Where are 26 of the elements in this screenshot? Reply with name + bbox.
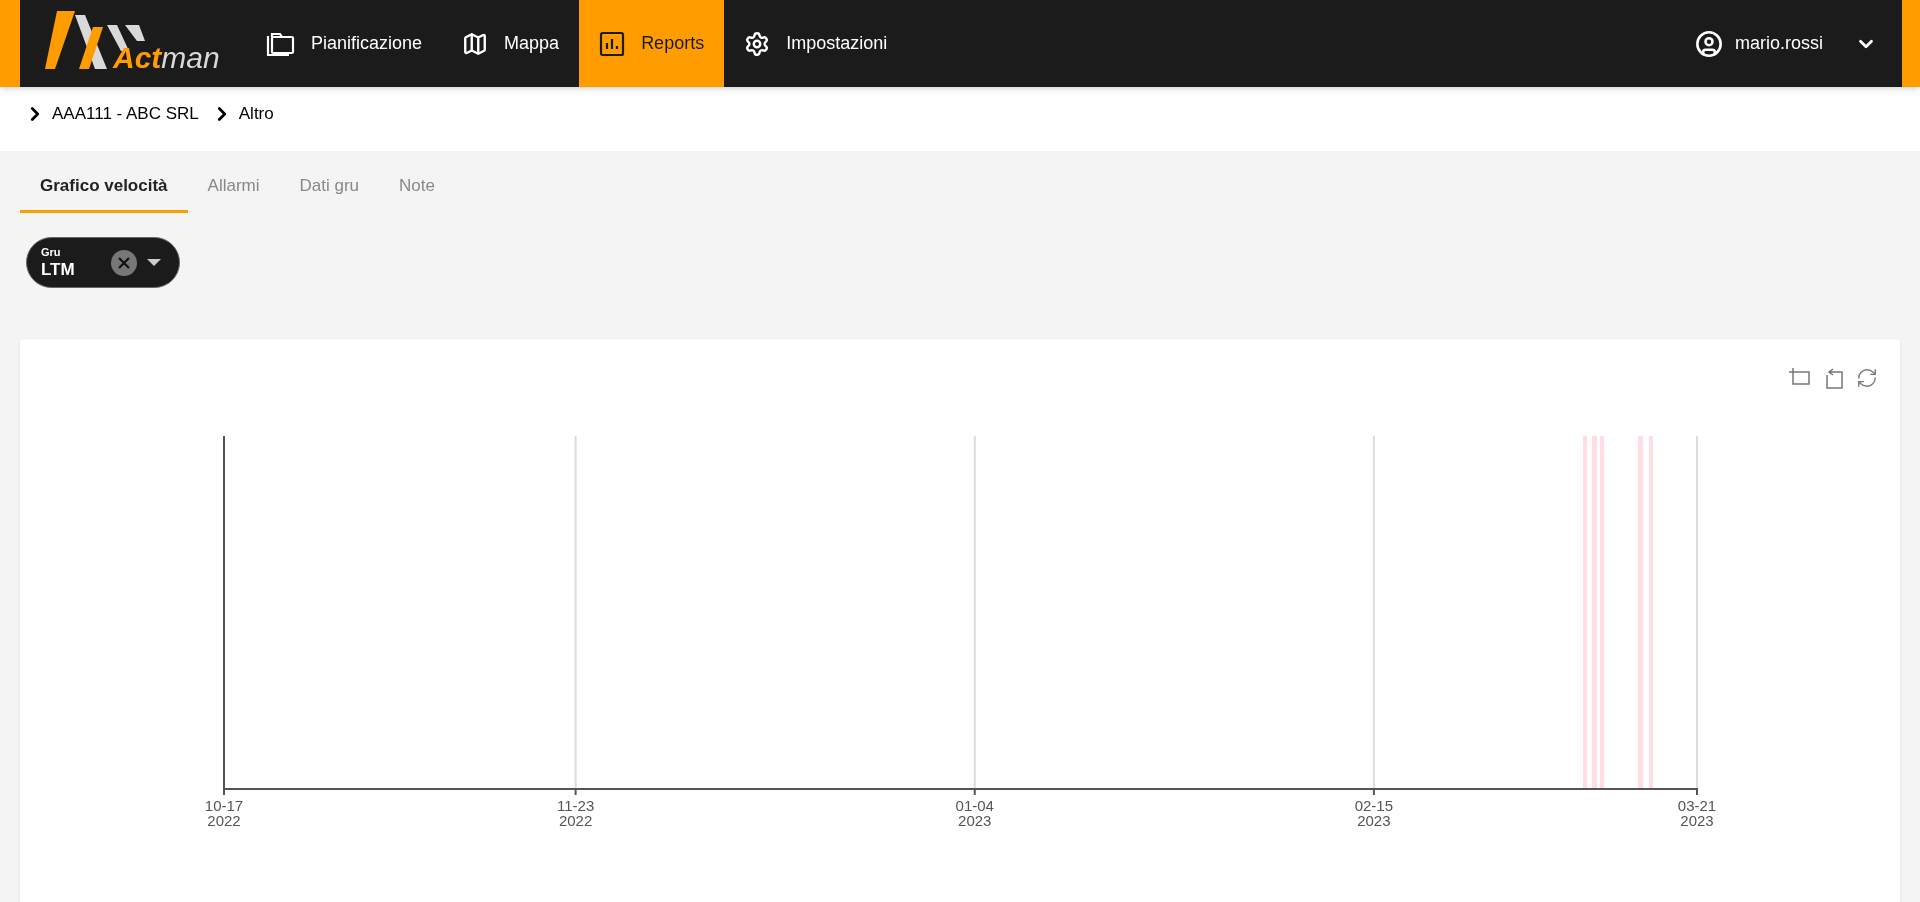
nav-tab[interactable]: Pianificazione <box>245 0 443 87</box>
settings-icon <box>744 30 771 57</box>
nav-tab[interactable]: Mappa <box>442 0 580 87</box>
crane-select[interactable]: Gru LTM <box>26 237 180 288</box>
nav-tab[interactable]: Impostazioni <box>724 0 908 87</box>
clear-icon[interactable] <box>111 249 137 276</box>
select-label: Gru <box>41 247 62 258</box>
nav-tab[interactable]: Reports <box>579 0 725 87</box>
logo[interactable]: Actman <box>45 0 245 73</box>
user-menu-button[interactable]: mario.rossi <box>1695 0 1877 87</box>
bar-chart-icon <box>599 30 626 57</box>
user-icon <box>1695 29 1723 58</box>
select-value: LTM <box>41 261 75 278</box>
refresh-icon[interactable] <box>1856 367 1878 389</box>
axis-label: 10-17 2022 <box>204 797 244 829</box>
tab[interactable]: Grafico velocità <box>20 161 188 213</box>
caret-icon[interactable] <box>147 258 161 267</box>
breadcrumb-link[interactable]: Altro <box>238 101 274 127</box>
logo-text: Actman <box>113 41 220 74</box>
axis-label: 11-23 2022 <box>557 797 595 829</box>
folders-icon <box>265 30 295 57</box>
axis-label: 01-04 2023 <box>955 797 994 829</box>
breadcrumb-link[interactable]: AAA111 - ABC SRL <box>52 101 199 127</box>
axis-label: 03-21 2023 <box>1677 797 1717 829</box>
map-icon <box>462 30 489 57</box>
axis-label: 02-15 2023 <box>1354 797 1394 829</box>
